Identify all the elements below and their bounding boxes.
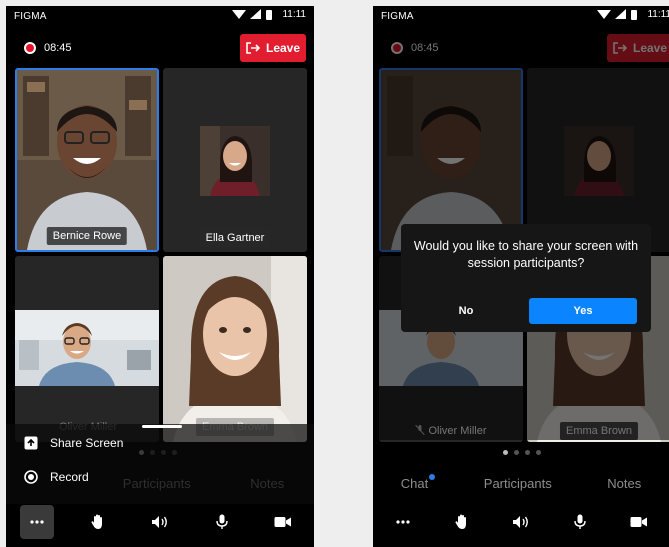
participant-video <box>15 310 159 386</box>
participant-video <box>163 256 307 442</box>
more-icon <box>395 520 410 524</box>
leave-label: Leave <box>265 41 301 55</box>
battery-icon <box>266 10 273 20</box>
page-dot <box>536 450 541 455</box>
leave-button[interactable]: Leave <box>240 34 306 62</box>
status-bar: FIGMA 11:11 <box>6 6 314 28</box>
video-camera-icon <box>630 517 648 527</box>
tab-bar: Chat Participants Notes <box>373 472 669 494</box>
more-button[interactable] <box>19 505 54 539</box>
raise-hand-icon <box>455 514 466 529</box>
share-screen-dialog: Would you like to share your screen with… <box>401 224 651 332</box>
microphone-button[interactable] <box>205 505 239 539</box>
tab-label: Notes <box>607 476 642 491</box>
participant-tile-ella[interactable]: Ella Gartner <box>163 68 307 252</box>
no-button[interactable]: No <box>421 298 511 324</box>
microphone-button[interactable] <box>563 505 597 539</box>
status-bar: FIGMA 11:11 <box>373 6 669 28</box>
more-icon <box>30 520 44 524</box>
cellular-icon <box>250 9 262 19</box>
record-icon <box>24 470 38 484</box>
call-toolbar <box>373 503 669 541</box>
participant-avatar <box>200 126 270 196</box>
battery-icon <box>631 10 638 20</box>
page-dot <box>525 450 530 455</box>
carrier-label: FIGMA <box>14 11 47 22</box>
sheet-handle[interactable] <box>142 425 182 428</box>
share-screen-option[interactable]: Share Screen <box>24 436 123 450</box>
participant-video <box>17 70 157 250</box>
speaker-button[interactable] <box>504 505 538 539</box>
participant-tile-oliver[interactable] <box>15 256 159 442</box>
dialog-message: Would you like to share your screen with… <box>413 239 639 270</box>
more-button[interactable] <box>386 505 420 539</box>
cellular-icon <box>615 9 627 19</box>
participant-tile-emma[interactable] <box>163 256 307 442</box>
wifi-icon <box>597 10 612 19</box>
page-indicator <box>503 450 541 455</box>
video-camera-button[interactable] <box>266 505 300 539</box>
microphone-icon <box>215 514 228 529</box>
status-time: 11:11 <box>647 9 669 20</box>
raise-hand-icon <box>91 514 103 529</box>
exit-icon <box>246 42 260 54</box>
participant-tile-bernice[interactable]: Bernice Rowe <box>15 68 159 252</box>
page-dot <box>514 450 519 455</box>
microphone-icon <box>574 514 586 529</box>
tab-participants[interactable]: Participants <box>484 472 552 494</box>
share-screen-label: Share Screen <box>50 436 124 450</box>
tab-notes[interactable]: Notes <box>607 472 641 494</box>
page-dot <box>503 450 508 455</box>
call-toolbar <box>6 503 314 541</box>
unread-dot <box>429 474 436 480</box>
tab-label: Participants <box>483 476 552 491</box>
right-screen: FIGMA 11:11 08:45 Leave <box>373 6 669 547</box>
wifi-icon <box>232 10 247 19</box>
raise-hand-button[interactable] <box>445 505 479 539</box>
left-screen: FIGMA 11:11 08:45 Leave Bernice Rowe Ell… <box>6 6 314 547</box>
status-icons: 11:11 <box>597 9 669 20</box>
tab-chat[interactable]: Chat <box>400 472 436 494</box>
carrier-label: FIGMA <box>381 11 414 22</box>
speaker-button[interactable] <box>143 505 177 539</box>
speaker-icon <box>151 516 167 528</box>
raise-hand-button[interactable] <box>81 505 115 539</box>
recording-timer: 08:45 <box>44 42 72 54</box>
yes-button[interactable]: Yes <box>529 298 637 324</box>
tab-label: Chat <box>400 476 429 491</box>
video-camera-icon <box>274 517 292 527</box>
participant-name: Bernice Rowe <box>46 227 128 245</box>
recording-indicator: 08:45 <box>24 38 72 58</box>
record-dot-icon <box>24 42 36 54</box>
status-icons: 11:11 <box>232 9 306 20</box>
status-time: 11:11 <box>282 9 306 20</box>
record-option[interactable]: Record <box>24 470 89 484</box>
video-camera-button[interactable] <box>622 505 656 539</box>
record-label: Record <box>50 470 89 484</box>
participant-name: Ella Gartner <box>199 229 271 247</box>
share-screen-icon <box>24 436 38 450</box>
speaker-icon <box>512 516 528 528</box>
